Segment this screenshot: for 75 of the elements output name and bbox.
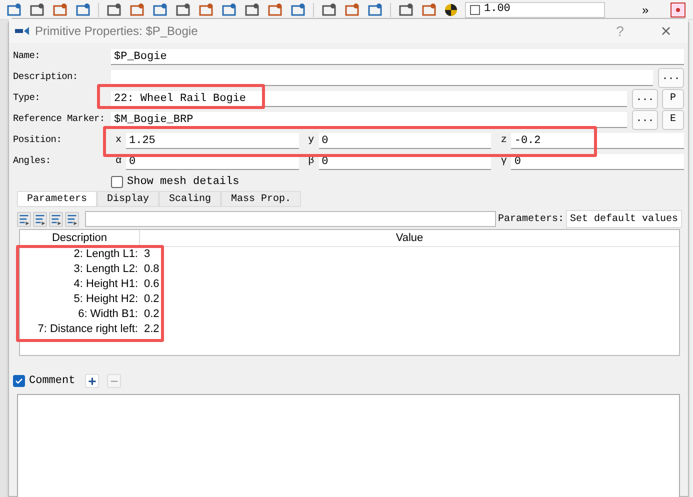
text-field[interactable]: $P_Bogie (111, 48, 684, 64)
tab[interactable]: Mass Prop. (221, 191, 302, 207)
filter-field[interactable] (85, 211, 496, 227)
field-label: Position: (13, 133, 63, 148)
toolbar-icon[interactable] (267, 2, 283, 18)
field-label: Description: (13, 70, 79, 84)
toolbar-icon[interactable] (175, 2, 191, 18)
table-cell-text: 0.8 (143, 262, 160, 278)
toolbar-icon[interactable] (106, 2, 122, 18)
toolbar-icon[interactable] (198, 2, 214, 18)
text-field[interactable]: 22: Wheel Rail Bogie (111, 90, 627, 106)
checkbox-label: Comment (29, 374, 76, 389)
table-cell-text: 0.2 (143, 307, 160, 322)
number-field[interactable]: 1.25 (126, 132, 299, 148)
browse-button[interactable]: ... (658, 68, 684, 88)
toolbar-icon[interactable] (6, 2, 22, 18)
toolbar-icon[interactable] (52, 2, 68, 18)
option-button[interactable]: P (662, 88, 684, 108)
browse-button[interactable]: ... (632, 110, 658, 130)
field-label: Type: (13, 91, 42, 106)
toolbar-icon[interactable] (75, 2, 91, 18)
toolbar-icon[interactable] (29, 2, 45, 18)
axis-label: y (307, 134, 316, 148)
field-label: Angles: (13, 154, 52, 168)
tab[interactable]: Parameters (17, 191, 98, 207)
checkbox[interactable] (111, 176, 123, 188)
table-cell-text: 2.2 (143, 322, 160, 338)
set-defaults-button[interactable]: Set default values (566, 210, 682, 228)
toolbar-icon[interactable] (344, 2, 360, 18)
tab[interactable]: Display (97, 191, 160, 207)
checkbox-label: Show mesh details (127, 174, 240, 190)
table-cell-text: 2: Length L1: (72, 247, 139, 262)
overflow-chevron[interactable]: » (642, 0, 649, 18)
column-header: Value (394, 230, 424, 246)
bogie-icon[interactable] (15, 26, 29, 36)
axis-label: α (114, 155, 122, 169)
axis-label: z (500, 134, 508, 148)
field-label: Reference Marker: (13, 112, 106, 126)
close-button[interactable]: × (656, 18, 676, 44)
axis-label: γ (500, 155, 508, 169)
number-field[interactable]: -0.2 (511, 132, 684, 148)
table-cell-text: 0.2 (143, 292, 160, 308)
option-button[interactable]: E (662, 110, 684, 130)
table-cell-text: 5: Height H2: (72, 292, 139, 308)
add-button[interactable]: + (85, 374, 100, 388)
tab[interactable]: Scaling (159, 191, 222, 207)
number-field[interactable]: 0 (511, 154, 684, 170)
toolbar-icon[interactable] (152, 2, 168, 18)
param-label: Parameters: (498, 212, 564, 226)
column-header: Description (20, 230, 140, 246)
toolbar-icon[interactable] (244, 2, 260, 18)
table-cell-text: 0.6 (143, 277, 160, 292)
grid-icon[interactable] (670, 2, 686, 18)
toolbar-icon[interactable] (221, 2, 237, 18)
field-label: Name: (13, 49, 42, 64)
scale-spinbox[interactable]: 1.00 (465, 2, 605, 18)
table-cell-text: 3 (143, 247, 150, 262)
toolbar-icon[interactable] (421, 2, 437, 18)
number-field[interactable]: 0 (318, 132, 492, 148)
axis-label: x (114, 134, 122, 148)
toolbar-icon[interactable] (367, 2, 383, 18)
browse-button[interactable]: ... (632, 88, 658, 108)
table-cell-text: 7: Distance right left: (36, 322, 139, 338)
toolbar-icon[interactable] (290, 2, 306, 18)
comment-field[interactable] (17, 394, 680, 497)
window-title: Primitive Properties: $P_Bogie (35, 23, 199, 40)
table-cell-text: 4: Height H1: (72, 277, 139, 292)
toolbar-icon[interactable] (398, 2, 414, 18)
table-cell-text: 6: Width B1: (77, 307, 139, 322)
text-field[interactable]: $M_Bogie_BRP (111, 112, 627, 128)
toolbar-icon[interactable] (129, 2, 145, 18)
table-cell-text: 3: Length L2: (72, 262, 139, 278)
text-field[interactable] (111, 70, 653, 86)
toolbar-icon[interactable] (321, 2, 337, 18)
target-icon[interactable] (444, 2, 458, 16)
